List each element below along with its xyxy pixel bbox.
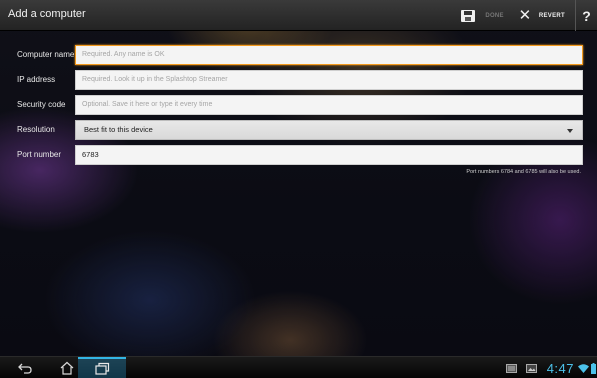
dropdown-arrow-icon <box>567 129 573 133</box>
action-bar: Add a computer DONE ✕ REVERT ? <box>0 0 597 31</box>
wifi-indicator <box>577 357 589 378</box>
port-number-input[interactable]: 6783 <box>75 145 583 165</box>
action-bar-actions: DONE ✕ REVERT ? <box>457 0 597 31</box>
gallery-icon <box>526 363 538 373</box>
wifi-icon <box>577 363 589 373</box>
page-title: Add a computer <box>8 8 86 20</box>
port-number-row: Port number 6783 <box>0 145 597 165</box>
recent-apps-button[interactable] <box>78 357 126 378</box>
security-code-placeholder: Optional. Save it here or type it every … <box>82 101 213 108</box>
ip-address-input[interactable]: Required. Look it up in the Splashtop St… <box>75 70 583 90</box>
status-area: 4:47 <box>501 357 597 378</box>
close-icon: ✕ <box>518 7 532 24</box>
revert-button[interactable]: REVERT <box>539 0 565 31</box>
help-button[interactable]: ? <box>575 0 597 31</box>
status-clock: 4:47 <box>546 360 574 376</box>
security-code-input[interactable]: Optional. Save it here or type it every … <box>75 95 583 115</box>
computer-name-row: Computer name Required. Any name is OK <box>0 45 597 65</box>
screenshot-notification[interactable] <box>501 357 523 378</box>
port-number-value: 6783 <box>82 150 99 159</box>
security-code-row: Security code Optional. Save it here or … <box>0 95 597 115</box>
revert-x-button[interactable]: ✕ <box>514 0 536 31</box>
home-icon <box>60 361 74 375</box>
computer-name-input[interactable]: Required. Any name is OK <box>75 45 583 65</box>
computer-name-placeholder: Required. Any name is OK <box>82 51 165 58</box>
done-button[interactable]: DONE <box>485 0 504 31</box>
resolution-label: Resolution <box>17 125 55 134</box>
system-nav-bar: 4:47 <box>0 356 597 378</box>
screenshot-icon <box>506 363 518 373</box>
gallery-notification[interactable] <box>523 357 541 378</box>
security-code-label: Security code <box>17 100 66 109</box>
ip-address-row: IP address Required. Look it up in the S… <box>0 70 597 90</box>
back-icon <box>18 363 32 374</box>
ip-address-label: IP address <box>17 75 56 84</box>
port-hint-text: Port numbers 6784 and 6785 will also be … <box>466 169 581 175</box>
ip-address-placeholder: Required. Look it up in the Splashtop St… <box>82 76 228 83</box>
resolution-selected-value: Best fit to this device <box>84 125 153 134</box>
back-button[interactable] <box>10 357 40 378</box>
computer-name-label: Computer name <box>17 50 75 59</box>
battery-icon <box>590 362 596 374</box>
save-icon <box>461 9 476 22</box>
save-button[interactable] <box>457 0 479 31</box>
recent-apps-icon <box>95 362 110 375</box>
port-number-label: Port number <box>17 150 62 159</box>
resolution-row: Resolution Best fit to this device <box>0 120 597 140</box>
battery-indicator <box>589 357 597 378</box>
resolution-select[interactable]: Best fit to this device <box>75 120 583 140</box>
